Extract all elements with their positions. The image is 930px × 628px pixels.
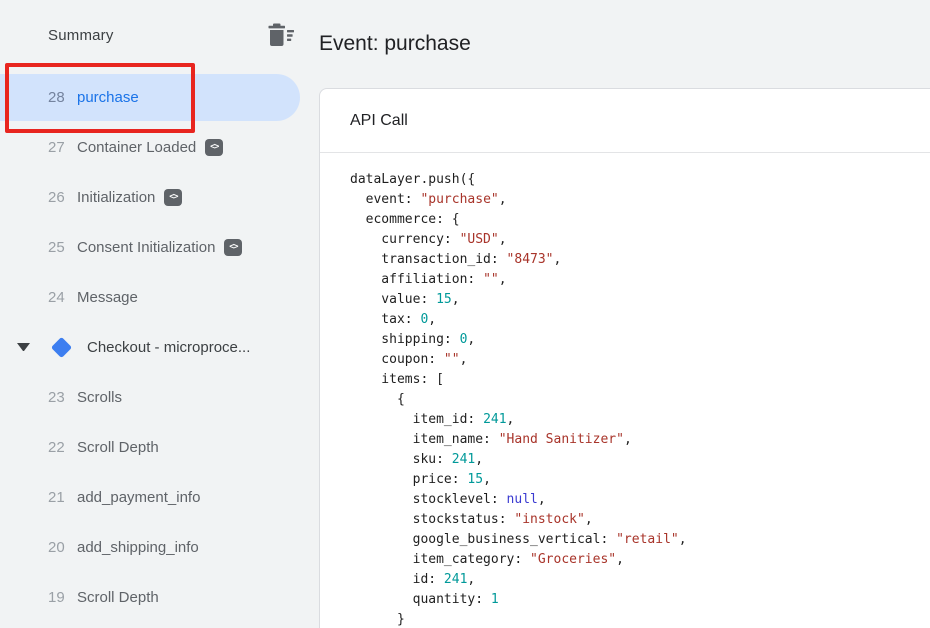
event-row-add-shipping-info[interactable]: 20 add_shipping_info (0, 522, 310, 572)
event-row-initialization[interactable]: 26 Initialization <> (0, 172, 310, 222)
gtm-preview-app: Summary 28purchase27C (0, 0, 930, 628)
code-line: affiliation: "", (350, 270, 919, 290)
event-row-consent-initialization[interactable]: 25 Consent Initialization <> (0, 222, 310, 272)
datalayer-code: dataLayer.push({ event: "purchase", ecom… (320, 153, 930, 628)
code-line: coupon: "", (350, 350, 919, 370)
event-number: 26 (48, 189, 71, 206)
event-row-container-loaded[interactable]: 27 Container Loaded <> (0, 122, 310, 172)
event-row-message[interactable]: 24 Message (0, 272, 310, 322)
code-line: stockstatus: "instock", (350, 510, 919, 530)
code-line: price: 15, (350, 470, 919, 490)
card-header: API Call (320, 89, 930, 153)
event-label: Container Loaded (77, 139, 196, 156)
code-line: item_id: 241, (350, 410, 919, 430)
event-number: 23 (48, 389, 71, 406)
event-number: 25 (48, 239, 71, 256)
code-line: google_business_vertical: "retail", (350, 530, 919, 550)
code-line: ecommerce: { (350, 210, 919, 230)
event-row-scrolls[interactable]: 23 Scrolls (0, 372, 310, 422)
event-group-row-checkout-microproce[interactable]: Checkout - microproce... (0, 322, 310, 372)
event-label: purchase (77, 89, 139, 106)
event-label: add_payment_info (77, 489, 200, 506)
event-sidebar: Summary 28purchase27C (0, 0, 310, 628)
sidebar-header: Summary (0, 18, 310, 52)
event-number: 24 (48, 289, 71, 306)
event-list: 28 purchase 27 Container Loaded <> 26 Initiali… (0, 72, 310, 622)
tag-diamond-icon (51, 336, 72, 357)
code-line: tax: 0, (350, 310, 919, 330)
code-line: event: "purchase", (350, 190, 919, 210)
code-line: stocklevel: null, (350, 490, 919, 510)
code-line: { (350, 390, 919, 410)
code-line: dataLayer.push({ (350, 170, 919, 190)
event-number: 22 (48, 439, 71, 456)
event-label: Message (77, 289, 138, 306)
clear-events-button[interactable] (266, 22, 294, 48)
event-label: Checkout - microproce... (87, 339, 250, 356)
event-label: Scroll Depth (77, 589, 159, 606)
code-line: item_name: "Hand Sanitizer", (350, 430, 919, 450)
trash-icon (266, 23, 294, 47)
code-line: currency: "USD", (350, 230, 919, 250)
code-badge-icon: <> (224, 239, 242, 256)
page-title: Event: purchase (319, 30, 930, 58)
event-row-add-payment-info[interactable]: 21 add_payment_info (0, 472, 310, 522)
event-row-scroll-depth[interactable]: 19 Scroll Depth (0, 572, 310, 622)
code-line: value: 15, (350, 290, 919, 310)
card-title: API Call (350, 112, 408, 129)
code-badge-icon: <> (205, 139, 223, 156)
code-line: } (350, 610, 919, 628)
event-row-purchase[interactable]: 28 purchase (0, 74, 300, 121)
event-label: add_shipping_info (77, 539, 199, 556)
event-number: 28 (48, 89, 71, 106)
code-line: items: [ (350, 370, 919, 390)
main-panel: Event: purchase API Call dataLayer.push(… (310, 0, 930, 628)
event-label: Consent Initialization (77, 239, 215, 256)
event-number: 19 (48, 589, 71, 606)
event-number: 20 (48, 539, 71, 556)
code-line: item_category: "Groceries", (350, 550, 919, 570)
api-call-card: API Call dataLayer.push({ event: "purcha… (319, 88, 930, 628)
event-number: 27 (48, 139, 71, 156)
code-line: id: 241, (350, 570, 919, 590)
event-label: Initialization (77, 189, 155, 206)
code-line: quantity: 1 (350, 590, 919, 610)
collapse-arrow-icon[interactable] (17, 343, 30, 351)
event-label: Scrolls (77, 389, 122, 406)
code-badge-icon: <> (164, 189, 182, 206)
code-line: transaction_id: "8473", (350, 250, 919, 270)
code-line: shipping: 0, (350, 330, 919, 350)
event-number: 21 (48, 489, 71, 506)
event-label: Scroll Depth (77, 439, 159, 456)
code-line: sku: 241, (350, 450, 919, 470)
event-row-scroll-depth[interactable]: 22 Scroll Depth (0, 422, 310, 472)
sidebar-title: Summary (48, 27, 114, 44)
